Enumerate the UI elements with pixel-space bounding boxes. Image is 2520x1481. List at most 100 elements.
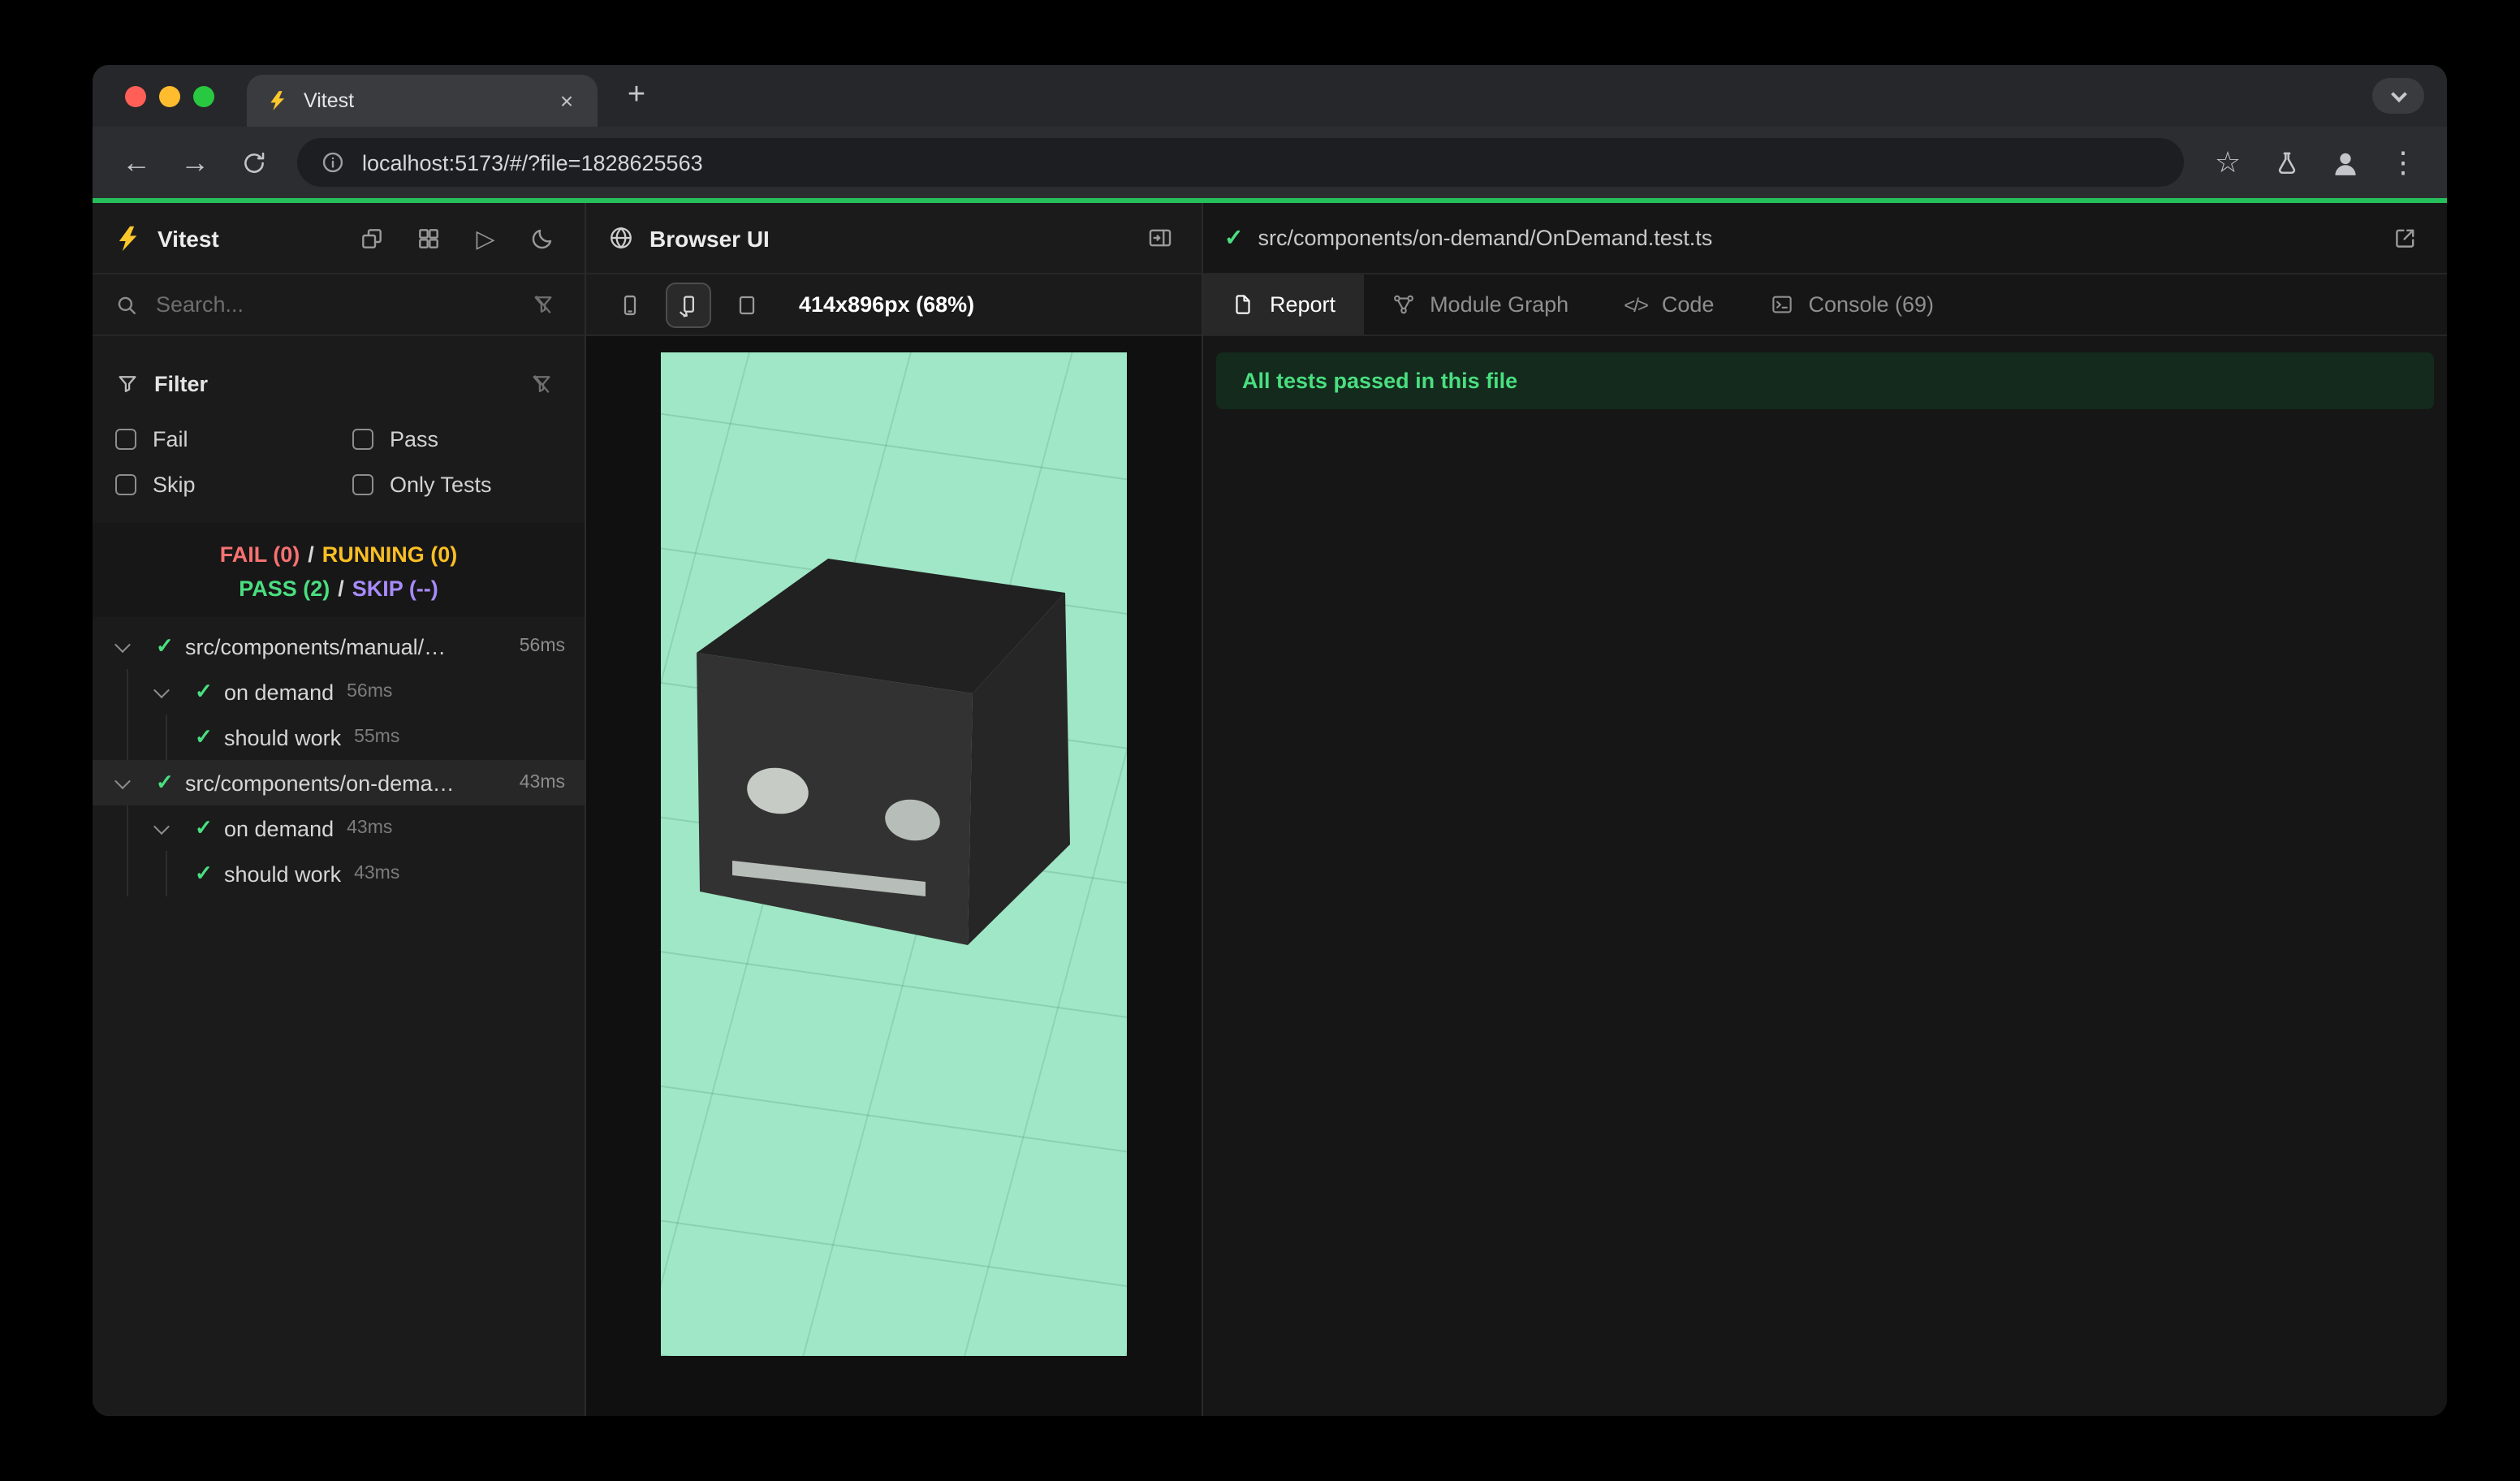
tab-code[interactable]: </> Code <box>1596 274 1741 335</box>
tree-row-suite[interactable]: ✓ on demand 43ms <box>93 805 585 851</box>
search-input[interactable] <box>153 291 508 318</box>
flask-icon <box>2277 151 2295 174</box>
report-doc-icon <box>1236 295 1250 314</box>
browser-tab-vitest[interactable]: Vitest × <box>247 75 598 127</box>
profile-avatar-icon <box>2334 152 2355 175</box>
dock-to-right-icon <box>1148 229 1171 247</box>
test-summary: FAIL (0) / RUNNING (0) PASS (2) / SKIP (--) <box>93 523 585 617</box>
chevron-down-icon[interactable] <box>114 636 156 653</box>
viewport-dimensions-label: 414x896px (68%) <box>799 292 975 317</box>
tree-item-time: 55ms <box>354 728 400 747</box>
search-row <box>93 274 585 336</box>
tree-item-label: on demand <box>224 680 334 704</box>
star-icon: ☆ <box>2214 145 2242 178</box>
tab-close-icon[interactable]: × <box>552 86 581 115</box>
test-tree: ✓ src/components/manual/… 56ms ✓ on dema… <box>93 617 585 896</box>
tab-console[interactable]: Console (69) <box>1741 274 1961 335</box>
summary-separator: / <box>338 576 344 601</box>
chevron-down-icon[interactable] <box>153 681 195 698</box>
filter-checkbox-pass[interactable]: Pass <box>352 427 562 451</box>
device-tablet-button[interactable] <box>724 282 770 327</box>
pass-check-icon: ✓ <box>195 861 213 885</box>
test-explorer-pane: Vitest ▷ Search... Filter Fail Pass Skip… <box>93 203 586 1416</box>
filter-section-header: Filter <box>93 349 585 414</box>
kebab-menu-icon: ⋮ <box>2388 145 2418 178</box>
checkbox-icon <box>115 474 136 495</box>
theme-toggle-button[interactable] <box>521 217 563 259</box>
filter-checkbox-only-tests[interactable]: Only Tests <box>352 473 562 497</box>
pass-check-icon: ✓ <box>195 679 213 703</box>
search-icon <box>118 296 136 313</box>
dashboard-button[interactable] <box>408 217 450 259</box>
vitest-ui: Vitest ▷ Search... Filter Fail Pass Skip… <box>93 203 2447 1416</box>
filter-checkbox-fail[interactable]: Fail <box>115 427 352 451</box>
tree-row-suite[interactable]: ✓ on demand 56ms <box>93 669 585 715</box>
tree-row-file-selected[interactable]: ✓ src/components/on-dema… 43ms <box>93 760 585 805</box>
browser-toolbar: ← → localhost:5173/#/?file=1828625563 ☆ … <box>93 127 2447 198</box>
window-controls <box>125 85 214 106</box>
pass-check-icon: ✓ <box>195 724 213 749</box>
profile-button[interactable] <box>2317 135 2372 190</box>
module-graph-icon <box>1393 295 1413 314</box>
tree-row-test[interactable]: ✓ should work 55ms <box>93 715 585 760</box>
tree-row-test[interactable]: ✓ should work 43ms <box>93 851 585 896</box>
address-bar[interactable]: localhost:5173/#/?file=1828625563 <box>297 138 2184 187</box>
tab-report[interactable]: Report <box>1203 274 1364 335</box>
tree-item-time: 56ms <box>347 682 393 702</box>
forward-button[interactable]: → <box>167 135 222 190</box>
file-pass-check-icon: ✓ <box>1224 224 1244 250</box>
checkbox-label: Skip <box>153 473 196 497</box>
pass-count: PASS (2) <box>239 576 330 601</box>
browser-preview-viewport[interactable] <box>661 352 1127 1356</box>
open-external-button[interactable] <box>2384 217 2426 259</box>
browser-tab-strip: Vitest × + <box>93 65 2447 127</box>
tab-label: Module Graph <box>1430 292 1569 317</box>
tab-label: Code <box>1661 292 1715 317</box>
window-minimize-button[interactable] <box>159 85 180 106</box>
clear-search-button[interactable] <box>521 283 563 326</box>
device-rotate-button[interactable] <box>666 282 711 327</box>
browser-ui-header: Browser UI <box>586 203 1202 274</box>
browser-menu-button[interactable]: ⋮ <box>2375 135 2431 190</box>
report-content: All tests passed in this file <box>1203 336 2447 1416</box>
checkbox-label: Pass <box>390 427 439 451</box>
new-tab-button[interactable]: + <box>614 73 659 119</box>
browser-ui-pane: Browser UI 414x896px (68%) <box>586 203 1203 1416</box>
tree-item-label: should work <box>224 725 342 749</box>
clear-filters-button[interactable] <box>520 362 562 404</box>
explorer-header: Vitest ▷ <box>93 203 585 274</box>
globe-icon <box>611 227 632 249</box>
window-zoom-button[interactable] <box>193 85 214 106</box>
tab-label: Report <box>1270 292 1336 317</box>
window-close-button[interactable] <box>125 85 146 106</box>
back-arrow-icon: ← <box>122 145 151 178</box>
console-icon <box>1771 296 1792 313</box>
dock-panel-button[interactable] <box>1138 217 1180 259</box>
tab-search-button[interactable] <box>2372 78 2424 114</box>
chevron-down-icon[interactable] <box>114 772 156 789</box>
device-rotate-icon <box>680 295 694 317</box>
back-button[interactable]: ← <box>109 135 164 190</box>
rerun-all-button[interactable]: ▷ <box>464 217 507 259</box>
tree-item-time: 56ms <box>519 637 565 656</box>
desktop-background: Vitest × + ← → localhost:5173/#/?file=18… <box>0 0 2520 1481</box>
forward-arrow-icon: → <box>180 145 209 178</box>
tab-module-graph[interactable]: Module Graph <box>1363 274 1596 335</box>
device-mobile-button[interactable] <box>607 282 653 327</box>
external-link-icon <box>2395 229 2414 248</box>
site-info-icon[interactable] <box>320 149 346 175</box>
detail-tabs: Report Module Graph </> Code Console (69… <box>1203 274 2447 336</box>
tree-row-file[interactable]: ✓ src/components/manual/… 56ms <box>93 624 585 669</box>
filter-checkbox-skip[interactable]: Skip <box>115 473 352 497</box>
checkbox-label: Fail <box>153 427 188 451</box>
chevron-down-icon[interactable] <box>153 818 195 835</box>
reload-button[interactable] <box>226 135 281 190</box>
tab-title: Vitest <box>304 89 355 112</box>
experiments-button[interactable] <box>2259 135 2314 190</box>
collapse-tests-button[interactable] <box>351 217 393 259</box>
reload-icon <box>244 151 264 172</box>
tree-item-time: 43ms <box>519 773 565 792</box>
test-detail-pane: ✓ src/components/on-demand/OnDemand.test… <box>1203 203 2447 1416</box>
filter-clear-icon <box>532 374 550 392</box>
bookmark-star-button[interactable]: ☆ <box>2200 135 2255 190</box>
